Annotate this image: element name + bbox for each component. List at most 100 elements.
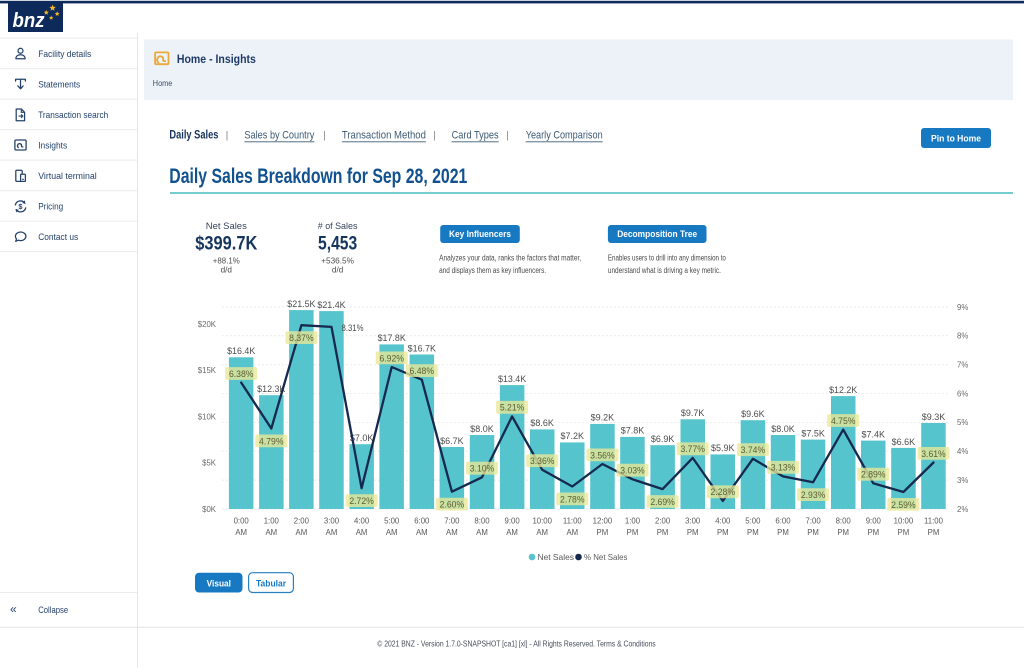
svg-text:$21.4K: $21.4K (317, 300, 345, 310)
svg-text:2.78%: 2.78% (560, 494, 585, 504)
svg-text:# of Sales: # of Sales (318, 221, 358, 232)
svg-text:5.21%: 5.21% (500, 403, 525, 413)
svg-text:3.74%: 3.74% (741, 445, 766, 455)
svg-text:Pricing: Pricing (38, 201, 63, 212)
svg-text:Sales by Country: Sales by Country (244, 130, 314, 142)
svg-text:AM: AM (536, 528, 548, 537)
svg-text:AM: AM (356, 528, 368, 537)
svg-text:AM: AM (416, 528, 428, 537)
svg-text:Transaction Method: Transaction Method (342, 130, 426, 142)
svg-text:+536.5%: +536.5% (321, 257, 354, 266)
svg-text:$7.2K: $7.2K (561, 431, 585, 441)
svg-text:10:00: 10:00 (894, 517, 914, 526)
svg-text:Tabular: Tabular (256, 579, 286, 590)
svg-text:1:00: 1:00 (625, 517, 641, 526)
svg-text:Pin to Home: Pin to Home (931, 133, 981, 143)
svg-text:$7.4K: $7.4K (862, 429, 886, 439)
svg-text:Visual: Visual (207, 579, 231, 590)
svg-text:8:00: 8:00 (474, 517, 490, 526)
svg-text:PM: PM (777, 528, 789, 537)
svg-text:11:00: 11:00 (924, 517, 944, 526)
svg-text:$15K: $15K (198, 366, 217, 375)
svg-text:PM: PM (898, 528, 910, 537)
svg-text:2:00: 2:00 (294, 517, 310, 526)
svg-text:$13.4K: $13.4K (498, 374, 526, 384)
svg-text:6:00: 6:00 (775, 517, 791, 526)
svg-text:6.38%: 6.38% (229, 369, 254, 379)
svg-text:AM: AM (386, 528, 398, 537)
svg-text:6:00: 6:00 (414, 517, 430, 526)
svg-text:Insights: Insights (38, 140, 67, 151)
svg-text:Net Sales: Net Sales (206, 221, 247, 232)
svg-text:12:00: 12:00 (593, 517, 613, 526)
svg-text:PM: PM (837, 528, 849, 537)
svg-text:|: | (506, 130, 509, 142)
svg-text:$8.6K: $8.6K (530, 418, 554, 428)
svg-text:8:00: 8:00 (836, 517, 852, 526)
svg-text:|: | (226, 130, 229, 142)
svg-text:$17.8K: $17.8K (378, 333, 406, 343)
svg-text:$7.8K: $7.8K (621, 426, 645, 436)
svg-text:2.72%: 2.72% (349, 496, 374, 506)
svg-text:4:00: 4:00 (354, 517, 370, 526)
svg-text:Yearly Comparison: Yearly Comparison (526, 130, 603, 142)
svg-text:1:00: 1:00 (264, 517, 280, 526)
svg-text:Decomposition Tree: Decomposition Tree (617, 229, 697, 239)
svg-text:Net Sales: Net Sales (538, 552, 575, 562)
svg-text:PM: PM (928, 528, 940, 537)
svg-text:$9.3K: $9.3K (922, 412, 946, 422)
svg-text:$7.5K: $7.5K (801, 428, 825, 438)
svg-text:6.48%: 6.48% (410, 366, 435, 376)
svg-text:Home: Home (153, 79, 173, 88)
svg-text:2.69%: 2.69% (650, 497, 675, 507)
svg-text:PM: PM (807, 528, 819, 537)
svg-text:5,453: 5,453 (318, 234, 357, 255)
svg-text:|: | (433, 130, 436, 142)
svg-text:$8.0K: $8.0K (470, 424, 494, 434)
svg-text:$399.7K: $399.7K (195, 234, 257, 255)
svg-text:understand what is driving a k: understand what is driving a key metric. (608, 266, 721, 275)
svg-text:8.31%: 8.31% (342, 323, 364, 333)
svg-text:3%: 3% (957, 476, 968, 485)
svg-text:8.37%: 8.37% (289, 333, 314, 343)
svg-text:9:00: 9:00 (866, 517, 882, 526)
svg-text:$9.2K: $9.2K (591, 413, 615, 423)
svg-text:AM: AM (506, 528, 518, 537)
svg-text:$6.7K: $6.7K (440, 436, 464, 446)
svg-text:PM: PM (747, 528, 759, 537)
svg-text:Key Influencers: Key Influencers (449, 229, 511, 239)
svg-text:AM: AM (446, 528, 458, 537)
svg-text:3:00: 3:00 (324, 517, 340, 526)
svg-text:Collapse: Collapse (38, 604, 68, 615)
svg-text:Contact us: Contact us (38, 231, 78, 242)
svg-text:6.92%: 6.92% (379, 353, 404, 363)
svg-text:AM: AM (326, 528, 338, 537)
svg-text:+88.1%: +88.1% (213, 257, 240, 266)
svg-text:Home - Insights: Home - Insights (177, 54, 256, 66)
svg-text:PM: PM (867, 528, 879, 537)
svg-text:$6.9K: $6.9K (651, 434, 675, 444)
svg-text:|: | (323, 130, 326, 142)
svg-text:Transaction search: Transaction search (38, 109, 108, 120)
svg-text:9:00: 9:00 (505, 517, 521, 526)
svg-text:© 2021 BNZ - Version 1.7.0-SNA: © 2021 BNZ - Version 1.7.0-SNAPSHOT [ca1… (377, 640, 655, 649)
svg-text:2.60%: 2.60% (440, 500, 465, 510)
svg-text:7%: 7% (957, 361, 968, 370)
svg-text:PM: PM (597, 528, 609, 537)
svg-text:7:00: 7:00 (806, 517, 822, 526)
svg-text:«: « (10, 602, 17, 616)
svg-text:$16.4K: $16.4K (227, 346, 255, 356)
svg-text:7:00: 7:00 (444, 517, 460, 526)
svg-text:3.10%: 3.10% (470, 464, 495, 474)
svg-text:10:00: 10:00 (532, 517, 552, 526)
svg-text:3.36%: 3.36% (530, 456, 555, 466)
svg-text:4.75%: 4.75% (831, 416, 856, 426)
svg-text:3.77%: 3.77% (680, 444, 705, 454)
svg-text:3:00: 3:00 (685, 517, 701, 526)
svg-text:$20K: $20K (198, 320, 217, 329)
svg-text:bnz: bnz (13, 10, 45, 32)
svg-text:5%: 5% (957, 418, 968, 427)
svg-text:Statements: Statements (38, 79, 80, 90)
svg-text:Virtual terminal: Virtual terminal (38, 170, 96, 181)
svg-text:$16.7K: $16.7K (408, 343, 436, 353)
